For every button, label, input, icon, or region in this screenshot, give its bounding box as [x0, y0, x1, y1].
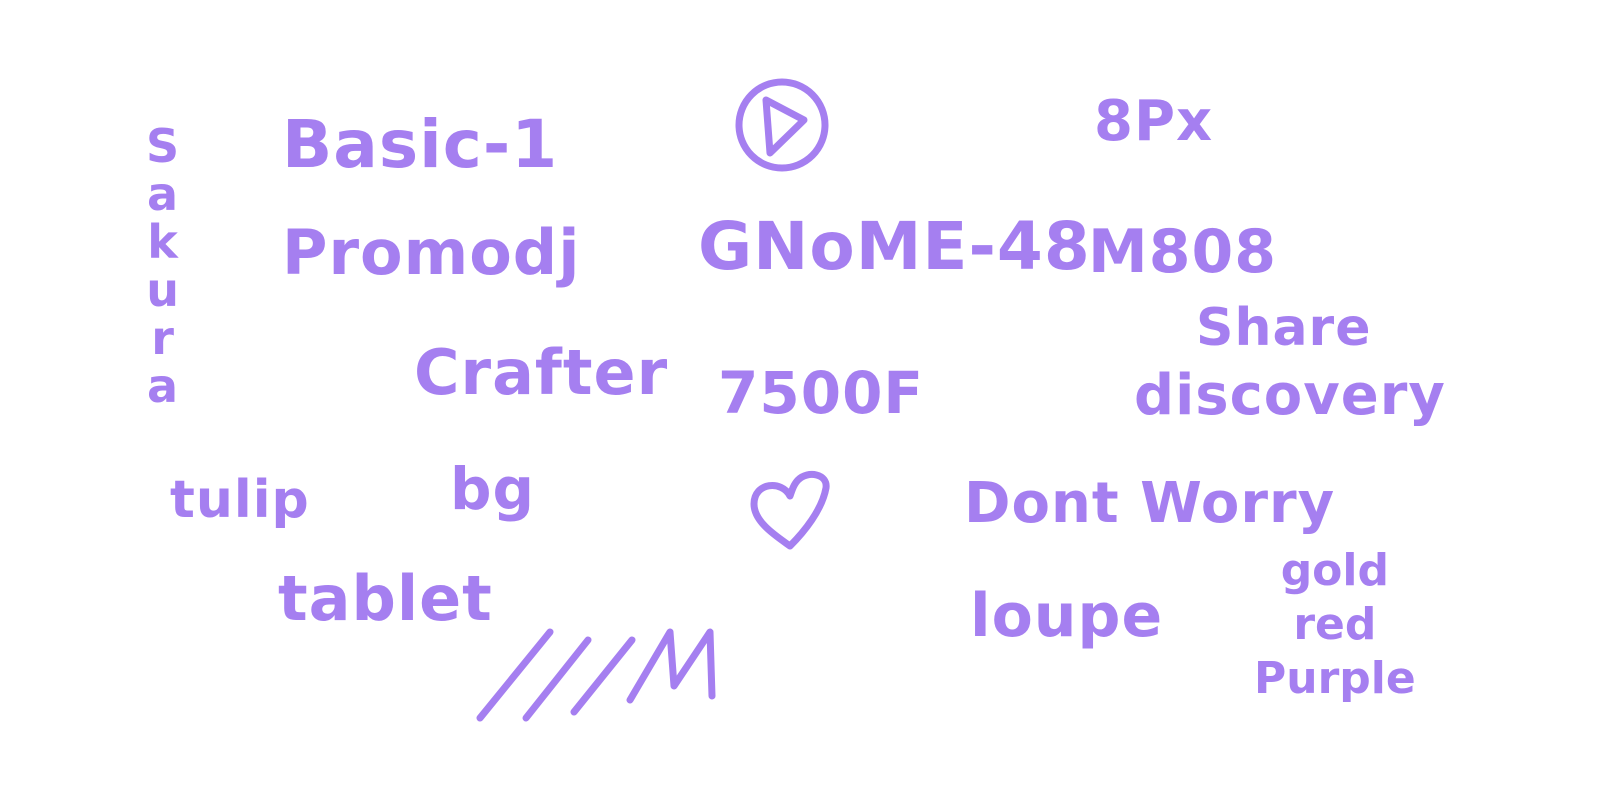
word-7500f: 7500F	[718, 359, 925, 427]
play-circle-icon	[735, 78, 829, 172]
word-dont-worry: Dont Worry	[964, 471, 1336, 536]
word-m808: M808	[1088, 217, 1277, 287]
word-discovery: discovery	[1134, 363, 1446, 428]
color-word: Purple	[1254, 653, 1416, 704]
word-crafter: Crafter	[414, 336, 669, 409]
word-8px: 8Px	[1094, 89, 1214, 154]
word-share: Share	[1196, 298, 1372, 358]
sakura-letter: a	[147, 359, 179, 413]
word-bg: bg	[450, 455, 536, 523]
sakura-letter: a	[147, 167, 179, 221]
heart-icon	[750, 470, 830, 550]
word-gnome: GNoME-48	[698, 208, 1091, 285]
sakura-letter: r	[151, 311, 174, 365]
sakura-letter: u	[146, 263, 179, 317]
sakura-letter: S	[146, 119, 180, 173]
word-sakura: S a k u r a	[146, 122, 179, 410]
drawing-canvas: S a k u r a Basic-1 Promodj Crafter GNoM…	[0, 0, 1600, 800]
color-word: red	[1293, 599, 1377, 650]
word-basic: Basic-1	[282, 106, 559, 183]
sakura-letter: k	[147, 215, 178, 269]
hatch-strokes-icon	[476, 628, 716, 722]
word-colors: gold red Purple	[1254, 544, 1416, 706]
word-promodj: Promodj	[282, 216, 581, 289]
word-loupe: loupe	[970, 581, 1164, 651]
word-tablet: tablet	[278, 562, 493, 635]
color-word: gold	[1280, 545, 1389, 596]
word-tulip: tulip	[170, 470, 310, 530]
